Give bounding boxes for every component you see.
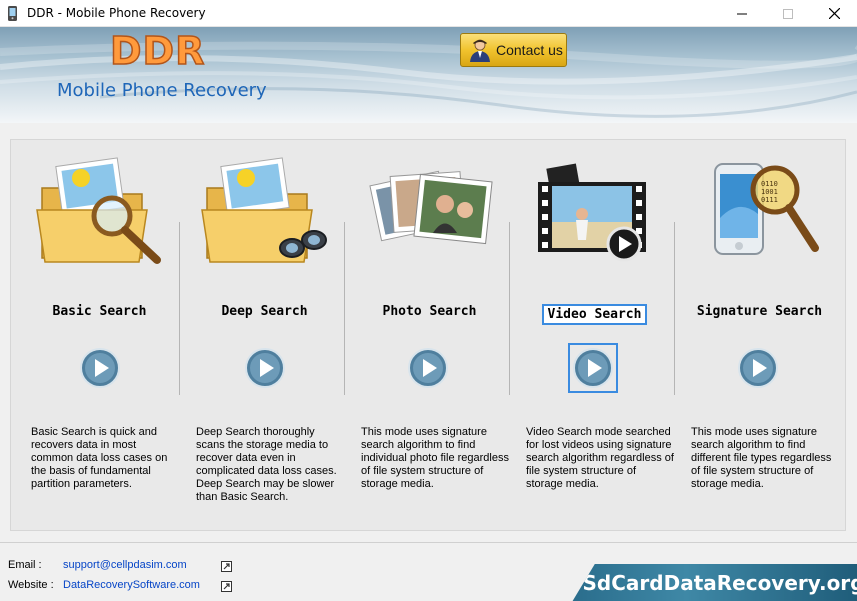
product-name: Mobile Phone Recovery bbox=[57, 80, 267, 101]
mode-signature-search: 0110 1001 0111 Signature Search This mod… bbox=[677, 140, 842, 532]
mode-description: Basic Search is quick and recovers data … bbox=[31, 426, 168, 490]
brand-logo: DDR bbox=[109, 28, 206, 74]
site-banner-text: SdCardDataRecovery.org bbox=[582, 571, 857, 595]
mode-description: Deep Search thoroughly scans the storage… bbox=[196, 426, 337, 503]
website-link[interactable]: DataRecoverySoftware.com bbox=[63, 579, 200, 591]
mode-title: Photo Search bbox=[382, 304, 477, 319]
external-link-icon[interactable] bbox=[221, 561, 232, 572]
email-link[interactable]: support@cellpdasim.com bbox=[63, 559, 187, 571]
app-icon bbox=[8, 6, 17, 21]
mode-basic-search: Basic Search Basic Search is quick and r… bbox=[17, 140, 182, 532]
contact-us-button[interactable]: Contact us bbox=[460, 33, 567, 67]
mode-description: This mode uses signature search algorith… bbox=[691, 426, 832, 490]
svg-text:0111: 0111 bbox=[761, 196, 778, 204]
phone-magnifier-icon: 0110 1001 0111 bbox=[714, 163, 819, 255]
external-link-icon[interactable] bbox=[221, 581, 232, 592]
svg-text:1001: 1001 bbox=[761, 188, 778, 196]
window-title: DDR - Mobile Phone Recovery bbox=[27, 6, 206, 20]
close-icon bbox=[828, 8, 840, 19]
footer: Email : support@cellpdasim.com Website :… bbox=[0, 542, 857, 601]
maximize-icon bbox=[783, 8, 793, 19]
mode-video-search: Video Search Video Search mode searched … bbox=[512, 140, 677, 532]
mode-title: Video Search bbox=[512, 304, 677, 325]
search-modes-panel: Basic Search Basic Search is quick and r… bbox=[10, 139, 846, 531]
person-icon bbox=[470, 39, 490, 62]
mode-description: Video Search mode searched for lost vide… bbox=[526, 426, 674, 490]
website-label: Website : bbox=[8, 579, 54, 591]
site-banner[interactable]: SdCardDataRecovery.org bbox=[572, 564, 857, 601]
video-search-play-button[interactable] bbox=[568, 343, 618, 393]
folder-magnifier-icon bbox=[36, 157, 161, 264]
deep-search-play-button[interactable] bbox=[244, 347, 286, 389]
close-button[interactable] bbox=[811, 0, 857, 27]
maximize-button[interactable] bbox=[765, 0, 811, 27]
photo-search-play-button[interactable] bbox=[407, 347, 449, 389]
mode-title: Basic Search bbox=[52, 304, 147, 319]
title-bar: DDR - Mobile Phone Recovery bbox=[0, 0, 857, 27]
mode-title: Deep Search bbox=[221, 304, 308, 319]
folder-binoculars-icon bbox=[201, 157, 327, 263]
signature-search-play-button[interactable] bbox=[737, 347, 779, 389]
basic-search-play-button[interactable] bbox=[79, 347, 121, 389]
minimize-icon bbox=[737, 13, 747, 14]
photo-stack-icon bbox=[369, 170, 493, 245]
mode-deep-search: Deep Search Deep Search thoroughly scans… bbox=[182, 140, 347, 532]
contact-us-label: Contact us bbox=[496, 42, 563, 58]
svg-text:0110: 0110 bbox=[761, 180, 778, 188]
email-label: Email : bbox=[8, 559, 42, 571]
film-strip-icon bbox=[538, 163, 646, 262]
header-banner: DDR Mobile Phone Recovery Contact us bbox=[0, 27, 857, 123]
mode-photo-search: Photo Search This mode uses signature se… bbox=[347, 140, 512, 532]
mode-title: Signature Search bbox=[696, 304, 823, 319]
minimize-button[interactable] bbox=[719, 0, 765, 27]
mode-description: This mode uses signature search algorith… bbox=[361, 426, 509, 490]
